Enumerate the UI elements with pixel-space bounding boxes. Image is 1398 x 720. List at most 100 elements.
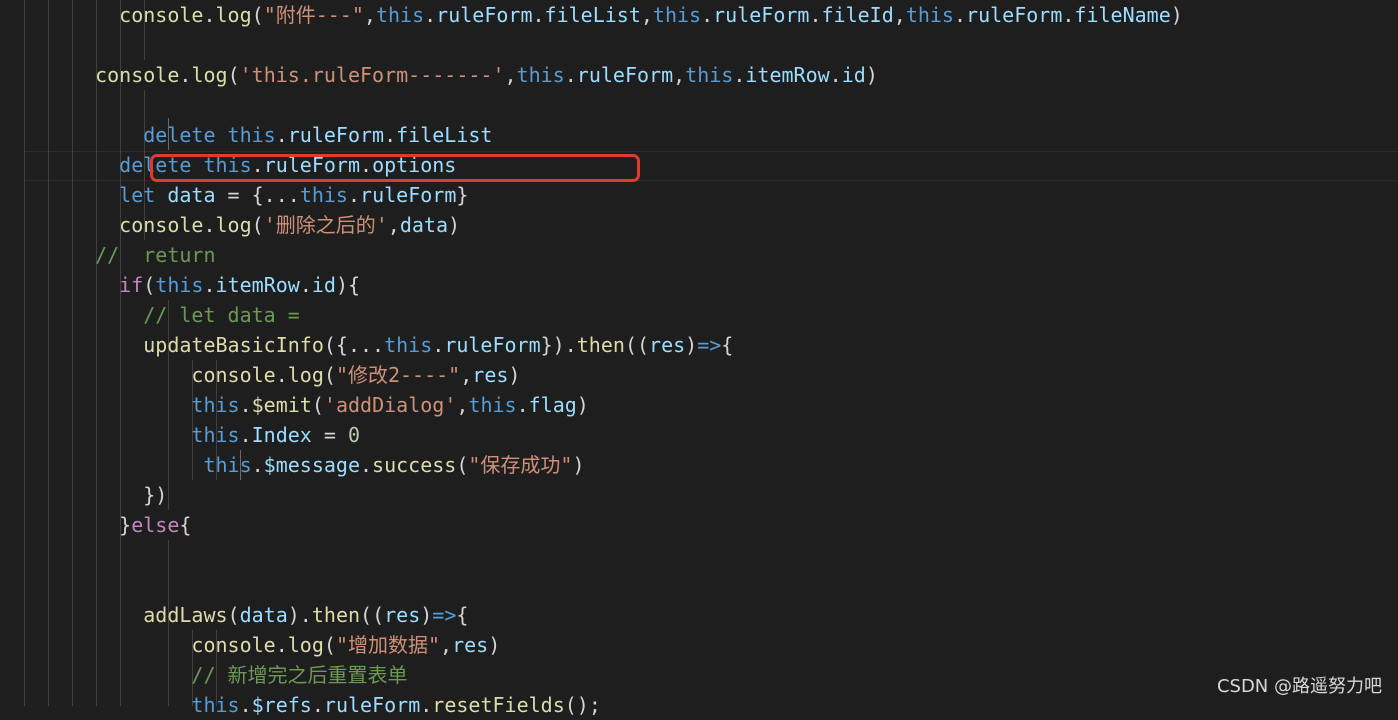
code-token: this: [227, 123, 276, 147]
code-token: .: [239, 693, 252, 717]
code-token: ): [1170, 3, 1183, 27]
code-line[interactable]: this.$refs.ruleForm.resetFields();: [71, 690, 600, 720]
code-token: ): [488, 633, 501, 657]
code-line[interactable]: this.$emit('addDialog',this.flag): [71, 390, 588, 420]
code-line[interactable]: console.log('this.ruleForm-------',this.…: [71, 60, 878, 90]
code-token: $refs: [251, 693, 312, 717]
code-token: console: [95, 63, 180, 87]
code-token: .: [953, 3, 967, 27]
code-token: itemRow: [215, 273, 300, 297]
code-line[interactable]: console.log('删除之后的',data): [71, 210, 460, 240]
code-line[interactable]: let data = {...this.ruleForm}: [71, 180, 468, 210]
code-token: ({...: [323, 333, 385, 357]
code-token: else: [131, 513, 180, 537]
code-token: "修改2----": [335, 363, 461, 387]
code-token: $message: [263, 453, 360, 477]
code-token: (: [251, 3, 264, 27]
code-token: let: [119, 183, 156, 207]
code-token: success: [372, 453, 457, 477]
code-line[interactable]: }else{: [71, 510, 191, 540]
code-token: ,: [440, 633, 453, 657]
code-line[interactable]: this.$message.success("保存成功"): [71, 450, 584, 480]
code-token: res: [384, 603, 421, 627]
code-line[interactable]: // 新增完之后重置表单: [71, 660, 407, 690]
indent-guide: [48, 0, 49, 706]
code-token: ruleForm: [436, 3, 533, 27]
code-token: .: [1062, 3, 1075, 27]
code-token: ,: [504, 63, 517, 87]
indent-guide: [24, 0, 25, 706]
code-token: .: [275, 363, 288, 387]
code-token: ,: [893, 3, 906, 27]
code-token: .: [360, 453, 373, 477]
code-token: this: [203, 453, 252, 477]
code-token: then: [576, 333, 625, 357]
code-token: // return: [71, 243, 216, 267]
code-line[interactable]: this.Index = 0: [71, 420, 360, 450]
code-token: itemRow: [745, 63, 830, 87]
code-token: this: [905, 3, 954, 27]
code-editor[interactable]: console.log("附件---",this.ruleForm.fileLi…: [0, 0, 1398, 717]
code-line[interactable]: }): [71, 480, 167, 510]
code-token: updateBasicInfo: [143, 333, 324, 357]
red-annotation-box: [150, 154, 640, 182]
code-token: console: [191, 363, 276, 387]
code-token: ruleForm: [360, 183, 457, 207]
code-line[interactable]: addLaws(data).then((res)=>{: [71, 600, 468, 630]
code-line[interactable]: console.log("增加数据",res): [71, 630, 500, 660]
code-token: }).: [540, 333, 577, 357]
code-token: ,: [673, 63, 686, 87]
code-token: this: [685, 63, 734, 87]
code-token: ): [448, 213, 461, 237]
code-token: console: [119, 3, 204, 27]
code-token: data: [167, 183, 216, 207]
code-token: {: [179, 513, 192, 537]
code-line[interactable]: if(this.itemRow.id){: [71, 270, 360, 300]
code-token: .: [809, 3, 822, 27]
code-token: ,: [456, 393, 469, 417]
code-token: (: [323, 363, 336, 387]
code-token: ruleForm: [323, 693, 421, 717]
code-token: .: [239, 393, 252, 417]
code-token: ): [685, 333, 698, 357]
code-line[interactable]: console.log("附件---",this.ruleForm.fileLi…: [71, 0, 1183, 30]
code-token: ).: [287, 603, 312, 627]
code-token: this: [155, 273, 204, 297]
code-token: if: [119, 273, 144, 297]
code-token: .: [203, 273, 216, 297]
code-token: "保存成功": [468, 453, 573, 477]
code-token: .: [420, 693, 433, 717]
code-token: ): [865, 63, 878, 87]
code-token: .: [516, 393, 529, 417]
code-token: ruleForm: [287, 123, 385, 147]
code-line[interactable]: // return: [71, 240, 216, 270]
code-token: .: [275, 123, 288, 147]
code-token: fileId: [821, 3, 894, 27]
code-line[interactable]: // let data =: [71, 300, 300, 330]
code-token: .: [299, 273, 312, 297]
code-line[interactable]: updateBasicInfo({...this.ruleForm}).then…: [71, 330, 733, 360]
code-token: ruleForm: [713, 3, 810, 27]
code-token: '删除之后的': [263, 213, 388, 237]
code-token: {: [456, 603, 469, 627]
code-token: this: [384, 333, 433, 357]
code-line[interactable]: console.log("修改2----",res): [71, 360, 520, 390]
code-token: ruleForm: [966, 3, 1063, 27]
code-token: .: [733, 63, 746, 87]
code-token: this: [191, 423, 240, 447]
code-token: resetFields: [432, 693, 565, 717]
code-token: ,: [363, 3, 376, 27]
code-line[interactable]: delete this.ruleForm.fileList: [71, 120, 492, 150]
code-token: {: [721, 333, 734, 357]
code-token: "增加数据": [335, 633, 441, 657]
code-token: 0: [347, 423, 361, 447]
